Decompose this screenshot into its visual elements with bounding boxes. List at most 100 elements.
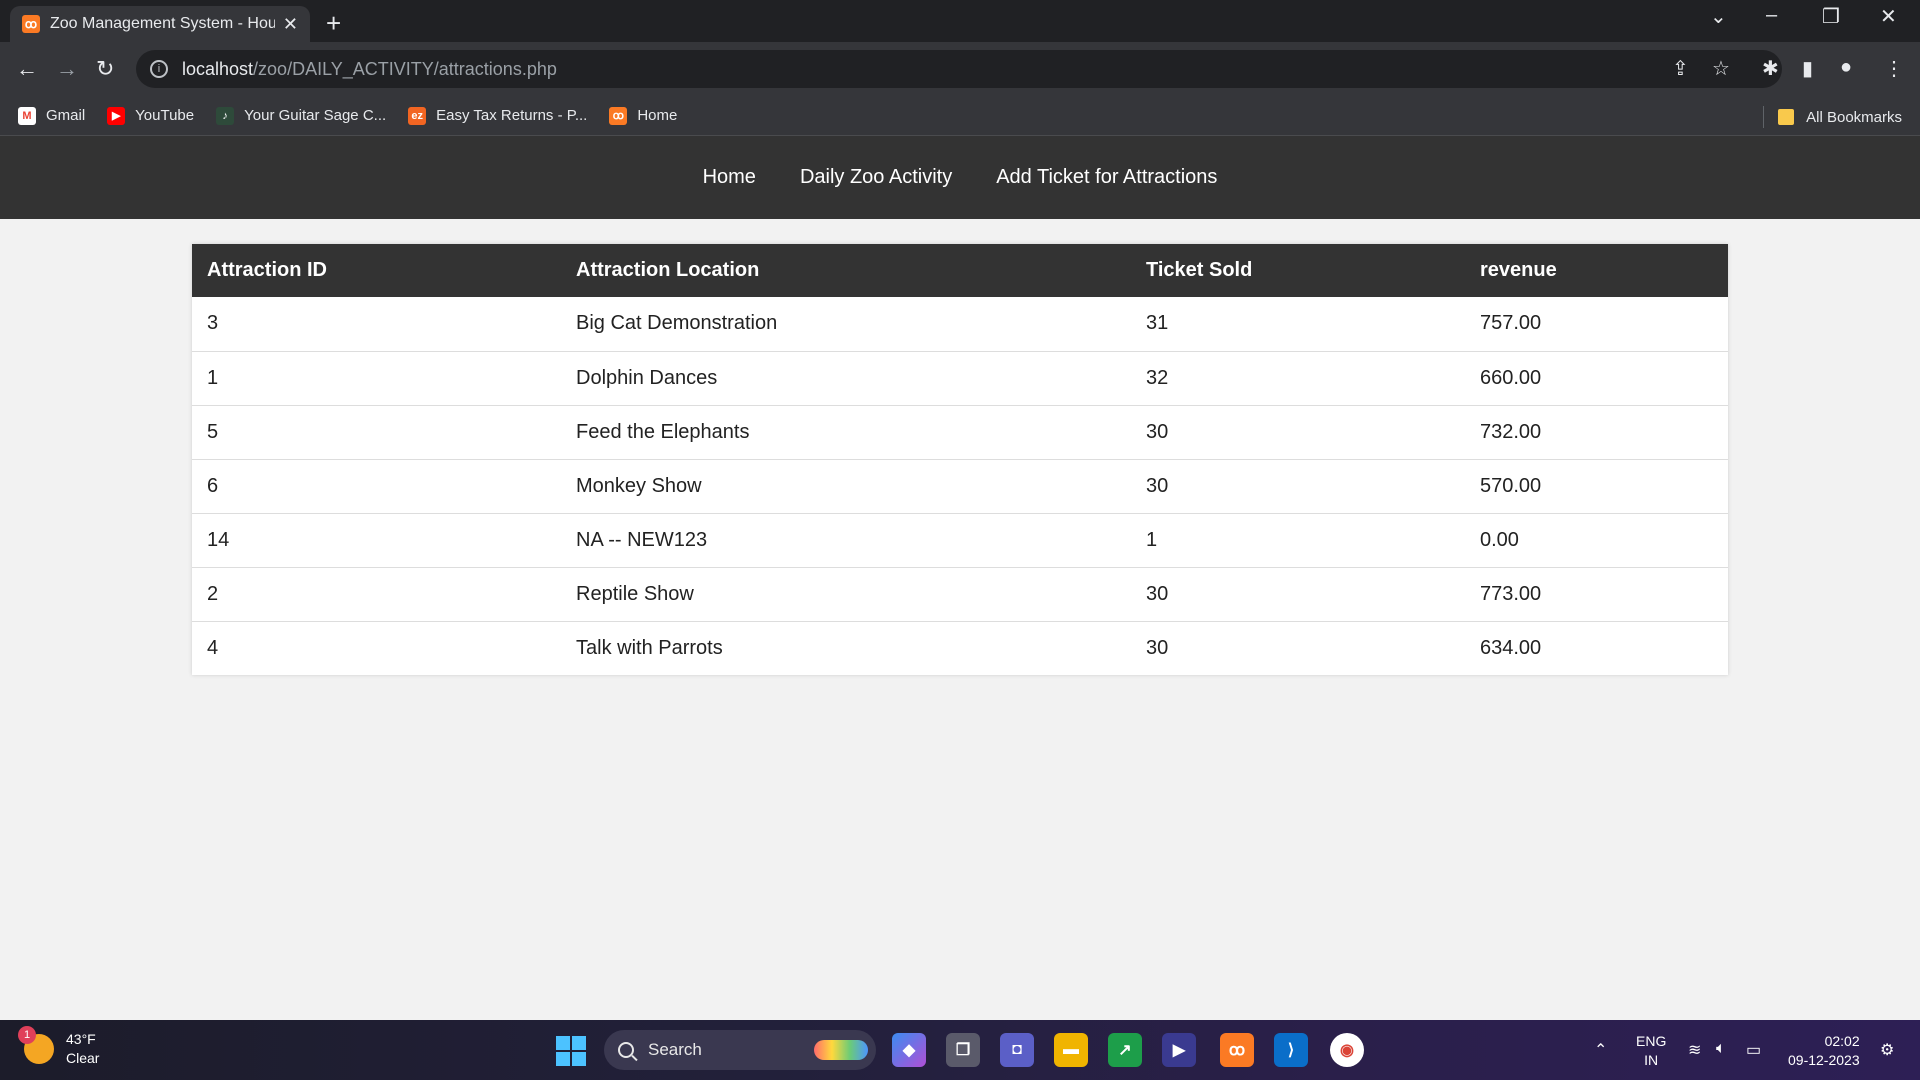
- chevron-up-icon[interactable]: ⌃: [1594, 1040, 1607, 1060]
- table-row: 14 NA -- NEW123 1 0.00: [192, 513, 1728, 568]
- clock-date: 09-12-2023: [1788, 1052, 1860, 1068]
- cell-attraction-location: Talk with Parrots: [576, 636, 723, 659]
- battery-icon[interactable]: ▭: [1746, 1040, 1761, 1060]
- browser-tab[interactable]: ꝏ Zoo Management System - Hou ✕: [10, 6, 310, 42]
- share-icon[interactable]: ⇪: [1672, 56, 1689, 81]
- bookmark-youtube[interactable]: ▶ YouTube: [107, 106, 195, 125]
- file-explorer-icon[interactable]: ▬: [1054, 1033, 1088, 1067]
- bookmark-label: Gmail: [46, 107, 86, 124]
- notification-badge: 1: [18, 1026, 36, 1044]
- reload-icon[interactable]: ↻: [96, 56, 114, 82]
- close-icon[interactable]: ✕: [283, 14, 298, 35]
- menu-icon[interactable]: ⋮: [1884, 56, 1904, 81]
- browser-toolbar: ← → ↻ i localhost/zoo/DAILY_ACTIVITY/att…: [0, 42, 1920, 96]
- bookmark-guitar-sage[interactable]: ♪ Your Guitar Sage C...: [216, 106, 386, 125]
- cell-revenue: 773.00: [1465, 567, 1728, 622]
- table-row: 3 Big Cat Demonstration 31 757.00: [192, 297, 1728, 352]
- forward-icon[interactable]: →: [56, 56, 78, 82]
- windows-logo-tile: [556, 1052, 570, 1066]
- cell-ticket-sold: 30: [1131, 405, 1465, 460]
- cell-attraction-id: 4: [207, 636, 219, 659]
- gmail-icon: M: [18, 106, 36, 125]
- tab-search-icon[interactable]: ⌄: [1710, 4, 1727, 29]
- xampp-icon: ꝏ: [609, 106, 628, 125]
- bookmark-easy-tax[interactable]: ez Easy Tax Returns - P...: [408, 106, 587, 125]
- notifications-icon[interactable]: ⚙: [1880, 1040, 1894, 1060]
- site-info-icon[interactable]: i: [150, 60, 168, 78]
- weather-condition: Clear: [66, 1050, 100, 1066]
- side-panel-icon[interactable]: ▮: [1802, 56, 1813, 81]
- divider: [1763, 106, 1765, 128]
- search-highlight-icon: [814, 1040, 868, 1060]
- tab-title: Zoo Management System - Hou: [50, 15, 275, 32]
- cell-attraction-id: 3: [192, 297, 561, 352]
- nav-daily-zoo-activity[interactable]: Daily Zoo Activity: [800, 166, 952, 189]
- cell-attraction-location: Dolphin Dances: [561, 351, 1131, 406]
- moon-weather-icon: 1: [18, 1026, 54, 1064]
- clock-time: 02:02: [1824, 1033, 1860, 1049]
- restore-icon[interactable]: ❐: [1822, 4, 1840, 29]
- url-path: /zoo/DAILY_ACTIVITY/attractions.php: [253, 58, 557, 79]
- taskbar: 1 43°F Clear Search ◆ ❐ ◘ ▬ ↗ ▶ ꝏ ⟩ ◉ ⌃ …: [0, 1020, 1920, 1080]
- taskbar-search[interactable]: Search: [604, 1030, 876, 1070]
- copilot-icon[interactable]: ◆: [892, 1033, 926, 1067]
- back-icon[interactable]: ←: [16, 56, 38, 82]
- cell-revenue: 570.00: [1465, 459, 1728, 514]
- cell-attraction-id: 5: [192, 405, 561, 460]
- ez-icon: ez: [408, 106, 427, 125]
- cell-ticket-sold: 30: [1131, 567, 1465, 622]
- profile-avatar[interactable]: ●: [1840, 56, 1852, 79]
- windows-logo-tile: [572, 1036, 586, 1050]
- cell-revenue: 757.00: [1465, 297, 1728, 352]
- xampp-icon[interactable]: ꝏ: [1220, 1033, 1254, 1067]
- chrome-icon[interactable]: ◉: [1330, 1033, 1364, 1067]
- bookmark-home[interactable]: ꝏ Home: [609, 106, 677, 125]
- header-revenue: revenue: [1465, 244, 1728, 297]
- url-host: localhost: [182, 58, 254, 79]
- cell-attraction-id: 1: [192, 351, 561, 406]
- cell-attraction-location: Big Cat Demonstration: [561, 297, 1131, 352]
- volume-icon[interactable]: 🔈︎: [1716, 1040, 1726, 1058]
- table-row: 5 Feed the Elephants 30 732.00: [192, 405, 1728, 460]
- wifi-icon[interactable]: ≋: [1688, 1040, 1701, 1060]
- weather-widget[interactable]: 1 43°F Clear: [18, 1026, 100, 1068]
- cell-revenue: 634.00: [1480, 636, 1542, 659]
- lang-bottom: IN: [1644, 1052, 1659, 1068]
- page-content: Home Daily Zoo Activity Add Ticket for A…: [0, 136, 1920, 1020]
- minimize-icon[interactable]: –: [1766, 4, 1777, 27]
- nav-add-ticket[interactable]: Add Ticket for Attractions: [996, 166, 1217, 189]
- cell-attraction-location: NA -- NEW123: [561, 513, 1131, 568]
- all-bookmarks[interactable]: All Bookmarks: [1763, 106, 1902, 128]
- xampp-icon: ꝏ: [22, 15, 40, 33]
- cell-ticket-sold: 1: [1131, 513, 1465, 568]
- stock-app-icon[interactable]: ↗: [1108, 1033, 1142, 1067]
- teams-chat-icon[interactable]: ◘: [1000, 1033, 1034, 1067]
- cell-attraction-id: 2: [192, 567, 561, 622]
- bookmarks-bar: M Gmail ▶ YouTube ♪ Your Guitar Sage C..…: [0, 96, 1920, 136]
- attractions-table: Attraction ID Attraction Location Ticket…: [192, 244, 1728, 675]
- language-indicator[interactable]: ENG IN: [1636, 1032, 1666, 1070]
- extensions-icon[interactable]: ✱: [1762, 56, 1779, 81]
- header-attraction-id: Attraction ID: [192, 244, 561, 297]
- start-button[interactable]: [556, 1036, 586, 1066]
- attractions-table-container: Attraction ID Attraction Location Ticket…: [192, 244, 1728, 675]
- window-close-icon[interactable]: ✕: [1880, 4, 1897, 29]
- bookmark-gmail[interactable]: M Gmail: [18, 106, 86, 125]
- cell-ticket-sold: 30: [1131, 459, 1465, 514]
- cell-ticket-sold: 31: [1131, 297, 1465, 352]
- nav-home[interactable]: Home: [703, 166, 756, 189]
- vscode-icon[interactable]: ⟩: [1274, 1033, 1308, 1067]
- clock[interactable]: 02:02 09-12-2023: [1788, 1032, 1860, 1070]
- table-row: 1 Dolphin Dances 32 660.00: [192, 351, 1728, 406]
- cell-attraction-location: Feed the Elephants: [561, 405, 1131, 460]
- address-bar[interactable]: i localhost/zoo/DAILY_ACTIVITY/attractio…: [136, 50, 1782, 88]
- all-bookmarks-label: All Bookmarks: [1806, 108, 1902, 126]
- cell-revenue: 660.00: [1465, 351, 1728, 406]
- cell-ticket-sold: 30: [1146, 636, 1169, 659]
- bookmark-star-icon[interactable]: ☆: [1712, 56, 1730, 81]
- new-tab-icon[interactable]: +: [326, 8, 341, 39]
- media-app-icon[interactable]: ▶: [1162, 1033, 1196, 1067]
- search-icon: [618, 1042, 634, 1058]
- task-view-icon[interactable]: ❐: [946, 1033, 980, 1067]
- bookmark-label: YouTube: [135, 107, 195, 124]
